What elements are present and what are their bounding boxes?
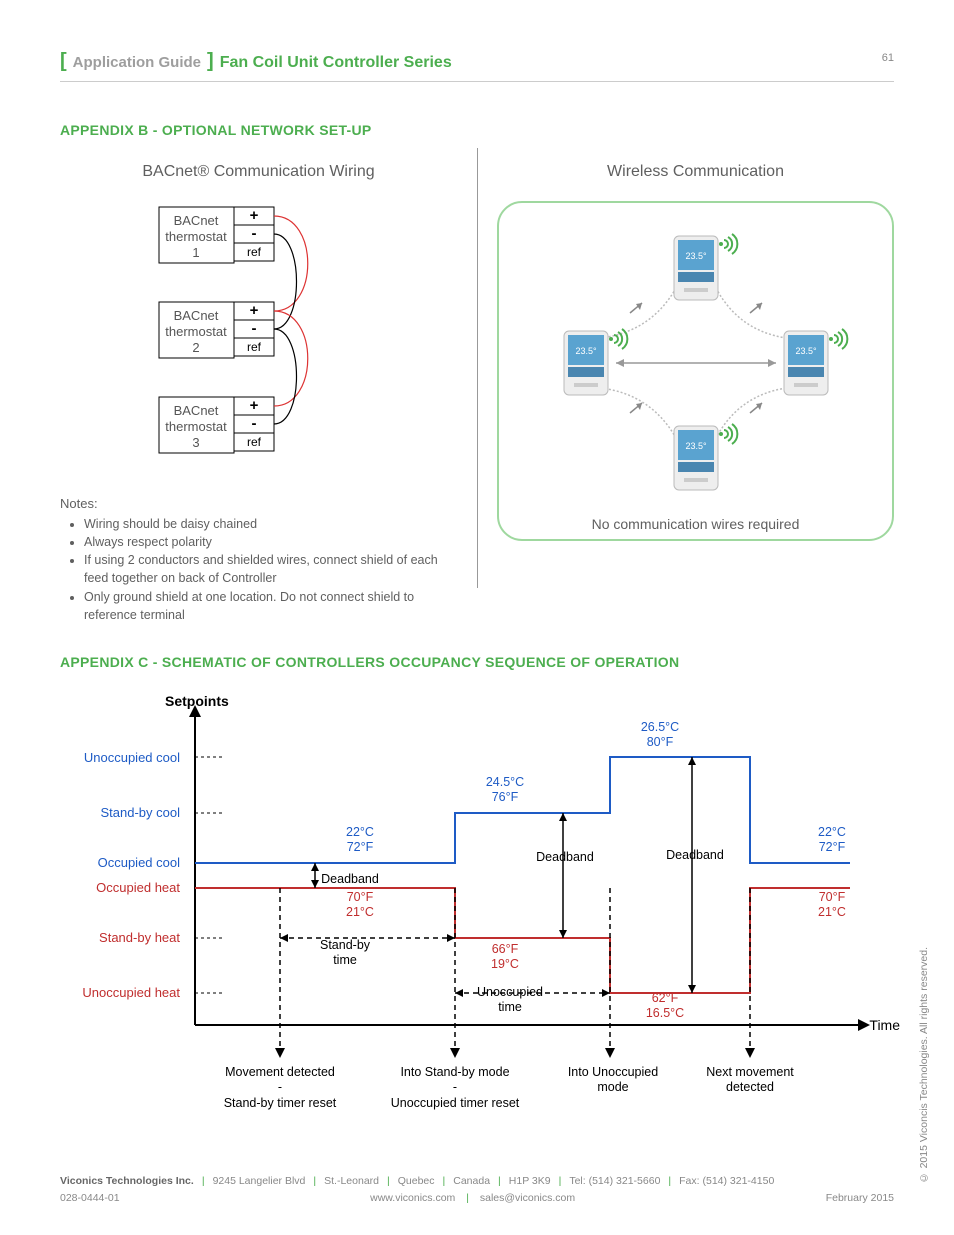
- svg-text:ref: ref: [246, 435, 261, 449]
- svg-text:-: -: [251, 225, 256, 242]
- svg-text:thermostat: thermostat: [165, 324, 227, 339]
- svg-text:23.5°: 23.5°: [795, 346, 817, 356]
- svg-text:+: +: [249, 207, 258, 224]
- footer-company: Viconics Technologies Inc.: [60, 1174, 194, 1190]
- footer-city: St.-Leonard: [324, 1174, 379, 1190]
- page-number: 61: [882, 52, 894, 64]
- svg-text:23.5°: 23.5°: [575, 346, 597, 356]
- svg-text:-: -: [251, 320, 256, 337]
- bracket-open-icon: [: [60, 50, 67, 73]
- page-header: [ Application Guide ] Fan Coil Unit Cont…: [60, 50, 894, 82]
- svg-text:-: -: [251, 415, 256, 432]
- footer-postal: H1P 3K9: [509, 1174, 551, 1190]
- header-title: Fan Coil Unit Controller Series: [220, 54, 452, 72]
- column-divider: [477, 148, 478, 588]
- wireless-caption: No communication wires required: [509, 516, 882, 532]
- wireless-diagram: 23.5° 23.5° 23.5°: [497, 201, 894, 541]
- footer-address: 9245 Langelier Blvd: [213, 1174, 306, 1190]
- svg-text:BACnet: BACnet: [173, 308, 218, 323]
- svg-text:ref: ref: [246, 245, 261, 259]
- footer-province: Quebec: [398, 1174, 435, 1190]
- footer-email: sales@viconics.com: [480, 1192, 575, 1204]
- svg-text:2: 2: [192, 340, 199, 355]
- separator-icon: |: [668, 1174, 671, 1190]
- svg-text:+: +: [249, 397, 258, 414]
- footer-date: February 2015: [826, 1191, 894, 1207]
- occupancy-chart: Setpoints Time Unoccupied cool Stand-by …: [60, 695, 890, 1125]
- bacnet-wiring-diagram: BACnetthermostat1+-refBACnetthermostat2+…: [60, 201, 457, 481]
- svg-text:23.5°: 23.5°: [685, 251, 707, 261]
- separator-icon: |: [313, 1174, 316, 1190]
- notes-label: Notes:: [60, 496, 457, 511]
- footer-web: www.viconics.com: [370, 1192, 455, 1204]
- footer-fax: Fax: (514) 321-4150: [679, 1174, 774, 1190]
- bacnet-heading: BACnet® Communication Wiring: [60, 163, 457, 181]
- bracket-close-icon: ]: [207, 50, 214, 73]
- note-item: Always respect polarity: [84, 533, 457, 551]
- wireless-heading: Wireless Communication: [497, 163, 894, 181]
- note-item: Only ground shield at one location. Do n…: [84, 588, 457, 624]
- appendix-b-title: APPENDIX B - OPTIONAL NETWORK SET-UP: [60, 122, 894, 138]
- svg-text:thermostat: thermostat: [165, 419, 227, 434]
- copyright-text: © 2015 Viconcis Technologies. All rights…: [918, 947, 930, 1183]
- separator-icon: |: [387, 1174, 390, 1190]
- separator-icon: |: [202, 1174, 205, 1190]
- svg-text:+: +: [249, 302, 258, 319]
- separator-icon: |: [443, 1174, 446, 1190]
- svg-text:BACnet: BACnet: [173, 213, 218, 228]
- separator-icon: |: [466, 1192, 469, 1204]
- separator-icon: |: [498, 1174, 501, 1190]
- svg-text:23.5°: 23.5°: [685, 441, 707, 451]
- page-footer: Viconics Technologies Inc. | 9245 Langel…: [60, 1174, 894, 1208]
- svg-text:ref: ref: [246, 340, 261, 354]
- note-item: If using 2 conductors and shielded wires…: [84, 551, 457, 587]
- footer-docnum: 028-0444-01: [60, 1191, 120, 1207]
- note-item: Wiring should be daisy chained: [84, 515, 457, 533]
- appendix-c-title: APPENDIX C - SCHEMATIC OF CONTROLLERS OC…: [60, 654, 894, 670]
- notes-list: Wiring should be daisy chained Always re…: [60, 515, 457, 624]
- svg-text:thermostat: thermostat: [165, 229, 227, 244]
- header-appguide: Application Guide: [73, 54, 201, 71]
- svg-text:1: 1: [192, 245, 199, 260]
- svg-text:BACnet: BACnet: [173, 403, 218, 418]
- svg-text:3: 3: [192, 435, 199, 450]
- footer-country: Canada: [453, 1174, 490, 1190]
- footer-tel: Tel: (514) 321-5660: [569, 1174, 660, 1190]
- separator-icon: |: [559, 1174, 562, 1190]
